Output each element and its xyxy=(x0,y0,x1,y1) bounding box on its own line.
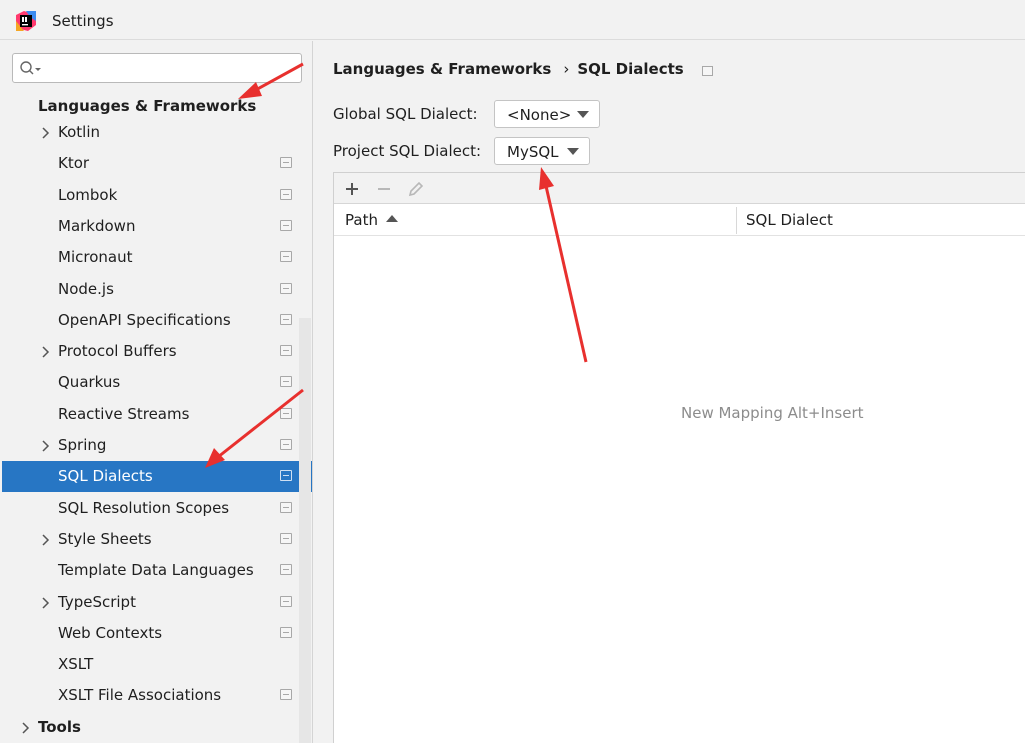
breadcrumb-separator: › xyxy=(563,60,570,78)
global-dialect-label: Global SQL Dialect: xyxy=(333,105,478,123)
project-dialect-dropdown[interactable]: MySQL xyxy=(494,137,590,165)
sidebar-item-spring[interactable]: Spring xyxy=(2,430,312,461)
column-divider[interactable] xyxy=(736,207,737,234)
sidebar-item-label: Tools xyxy=(38,718,81,736)
sidebar-item-micronaut[interactable]: Micronaut xyxy=(2,242,312,273)
sidebar-item-kotlin[interactable]: Kotlin xyxy=(2,117,312,148)
intellij-logo-icon xyxy=(16,11,36,31)
sidebar-item-label: Template Data Languages xyxy=(58,561,254,579)
minus-icon[interactable] xyxy=(374,179,394,199)
sidebar-item-reactive-streams[interactable]: Reactive Streams xyxy=(2,399,312,430)
sidebar-item-label: SQL Dialects xyxy=(58,467,153,485)
sidebar-item-node-js[interactable]: Node.js xyxy=(2,274,312,305)
page-icon xyxy=(280,314,292,325)
empty-table-hint: New Mapping Alt+Insert xyxy=(681,404,864,422)
sidebar-item-label: Web Contexts xyxy=(58,624,163,642)
column-header-sql-dialect[interactable]: SQL Dialect xyxy=(746,211,833,229)
breadcrumb-current: SQL Dialects xyxy=(577,60,684,78)
plus-icon[interactable] xyxy=(342,179,362,199)
sidebar-item-label: Reactive Streams xyxy=(58,405,190,423)
sidebar-item-sql-resolution-scopes[interactable]: SQL Resolution Scopes xyxy=(2,493,312,524)
sidebar-item-label: Micronaut xyxy=(58,248,133,266)
sidebar-item-label: Lombok xyxy=(58,186,118,204)
sidebar-item-label: Style Sheets xyxy=(58,530,152,548)
project-dialect-label: Project SQL Dialect: xyxy=(333,142,482,160)
page-icon xyxy=(280,470,292,481)
sidebar-item-label: Node.js xyxy=(58,280,114,298)
dropdown-arrow-icon xyxy=(577,111,589,118)
column-header-path[interactable]: Path xyxy=(345,211,378,229)
page-icon xyxy=(280,189,292,200)
sidebar-item-label: XSLT xyxy=(58,655,94,673)
settings-content: Languages & Frameworks › SQL Dialects Glob… xyxy=(314,41,1025,743)
sidebar-item-label: OpenAPI Specifications xyxy=(58,311,231,329)
settings-sidebar: Languages & Frameworks Kotlin Ktor Lombok M… xyxy=(0,41,313,743)
chevron-right-icon[interactable] xyxy=(20,721,30,735)
page-icon xyxy=(280,408,292,419)
page-icon xyxy=(280,345,292,356)
sidebar-item-label: Protocol Buffers xyxy=(58,342,177,360)
page-icon xyxy=(280,502,292,513)
global-dialect-value: <None> xyxy=(507,106,572,124)
sidebar-item-label: TypeScript xyxy=(58,593,136,611)
page-icon xyxy=(701,66,713,76)
page-icon xyxy=(280,533,292,544)
page-icon xyxy=(280,283,292,294)
chevron-right-icon[interactable] xyxy=(40,596,50,610)
page-icon xyxy=(280,251,292,262)
sort-ascending-icon[interactable] xyxy=(386,215,398,222)
sidebar-section-languages-frameworks[interactable]: Languages & Frameworks xyxy=(38,97,256,115)
title-bar: Settings xyxy=(0,0,1025,40)
sidebar-item-label: Markdown xyxy=(58,217,136,235)
sidebar-item-xslt-file-associations[interactable]: XSLT File Associations xyxy=(2,680,312,711)
chevron-right-icon[interactable] xyxy=(40,439,50,453)
dialect-mappings-table: Path SQL Dialect New Mapping Alt+Insert xyxy=(333,172,1025,743)
page-icon xyxy=(280,564,292,575)
page-icon xyxy=(280,596,292,607)
pencil-icon[interactable] xyxy=(406,179,426,199)
sidebar-item-style-sheets[interactable]: Style Sheets xyxy=(2,524,312,555)
sidebar-item-openapi-specifications[interactable]: OpenAPI Specifications xyxy=(2,305,312,336)
window-title: Settings xyxy=(52,12,114,30)
breadcrumb-parent[interactable]: Languages & Frameworks xyxy=(333,60,551,78)
sidebar-item-label: Spring xyxy=(58,436,107,454)
sidebar-item-template-data-languages[interactable]: Template Data Languages xyxy=(2,555,312,586)
sidebar-item-sql-dialects[interactable]: SQL Dialects xyxy=(2,461,312,492)
breadcrumb: Languages & Frameworks › SQL Dialects xyxy=(333,60,713,78)
page-icon xyxy=(280,157,292,168)
sidebar-item-protocol-buffers[interactable]: Protocol Buffers xyxy=(2,336,312,367)
page-icon xyxy=(280,627,292,638)
sidebar-item-label: Kotlin xyxy=(58,123,100,141)
project-dialect-value: MySQL xyxy=(507,143,559,161)
sidebar-item-tools[interactable]: Tools xyxy=(2,712,312,743)
sidebar-item-label: XSLT File Associations xyxy=(58,686,222,704)
table-toolbar xyxy=(334,173,1025,204)
table-header: Path SQL Dialect xyxy=(334,205,1025,236)
global-dialect-dropdown[interactable]: <None> xyxy=(494,100,600,128)
sidebar-item-markdown[interactable]: Markdown xyxy=(2,211,312,242)
sidebar-item-lombok[interactable]: Lombok xyxy=(2,180,312,211)
sidebar-item-label: SQL Resolution Scopes xyxy=(58,499,230,517)
page-icon xyxy=(280,439,292,450)
sidebar-item-web-contexts[interactable]: Web Contexts xyxy=(2,618,312,649)
dropdown-arrow-icon xyxy=(567,148,579,155)
sidebar-item-xslt[interactable]: XSLT xyxy=(2,649,312,680)
page-icon xyxy=(280,689,292,700)
sidebar-item-label: Quarkus xyxy=(58,373,121,391)
sidebar-item-ktor[interactable]: Ktor xyxy=(2,148,312,179)
sidebar-item-typescript[interactable]: TypeScript xyxy=(2,587,312,618)
page-icon xyxy=(280,376,292,387)
sidebar-scrollbar[interactable] xyxy=(299,318,311,743)
search-icon[interactable] xyxy=(19,60,43,78)
sidebar-item-quarkus[interactable]: Quarkus xyxy=(2,367,312,398)
chevron-right-icon[interactable] xyxy=(40,345,50,359)
page-icon xyxy=(280,220,292,231)
chevron-right-icon[interactable] xyxy=(40,126,50,140)
chevron-right-icon[interactable] xyxy=(40,533,50,547)
search-input[interactable] xyxy=(12,53,302,83)
sidebar-item-label: Ktor xyxy=(58,154,90,172)
